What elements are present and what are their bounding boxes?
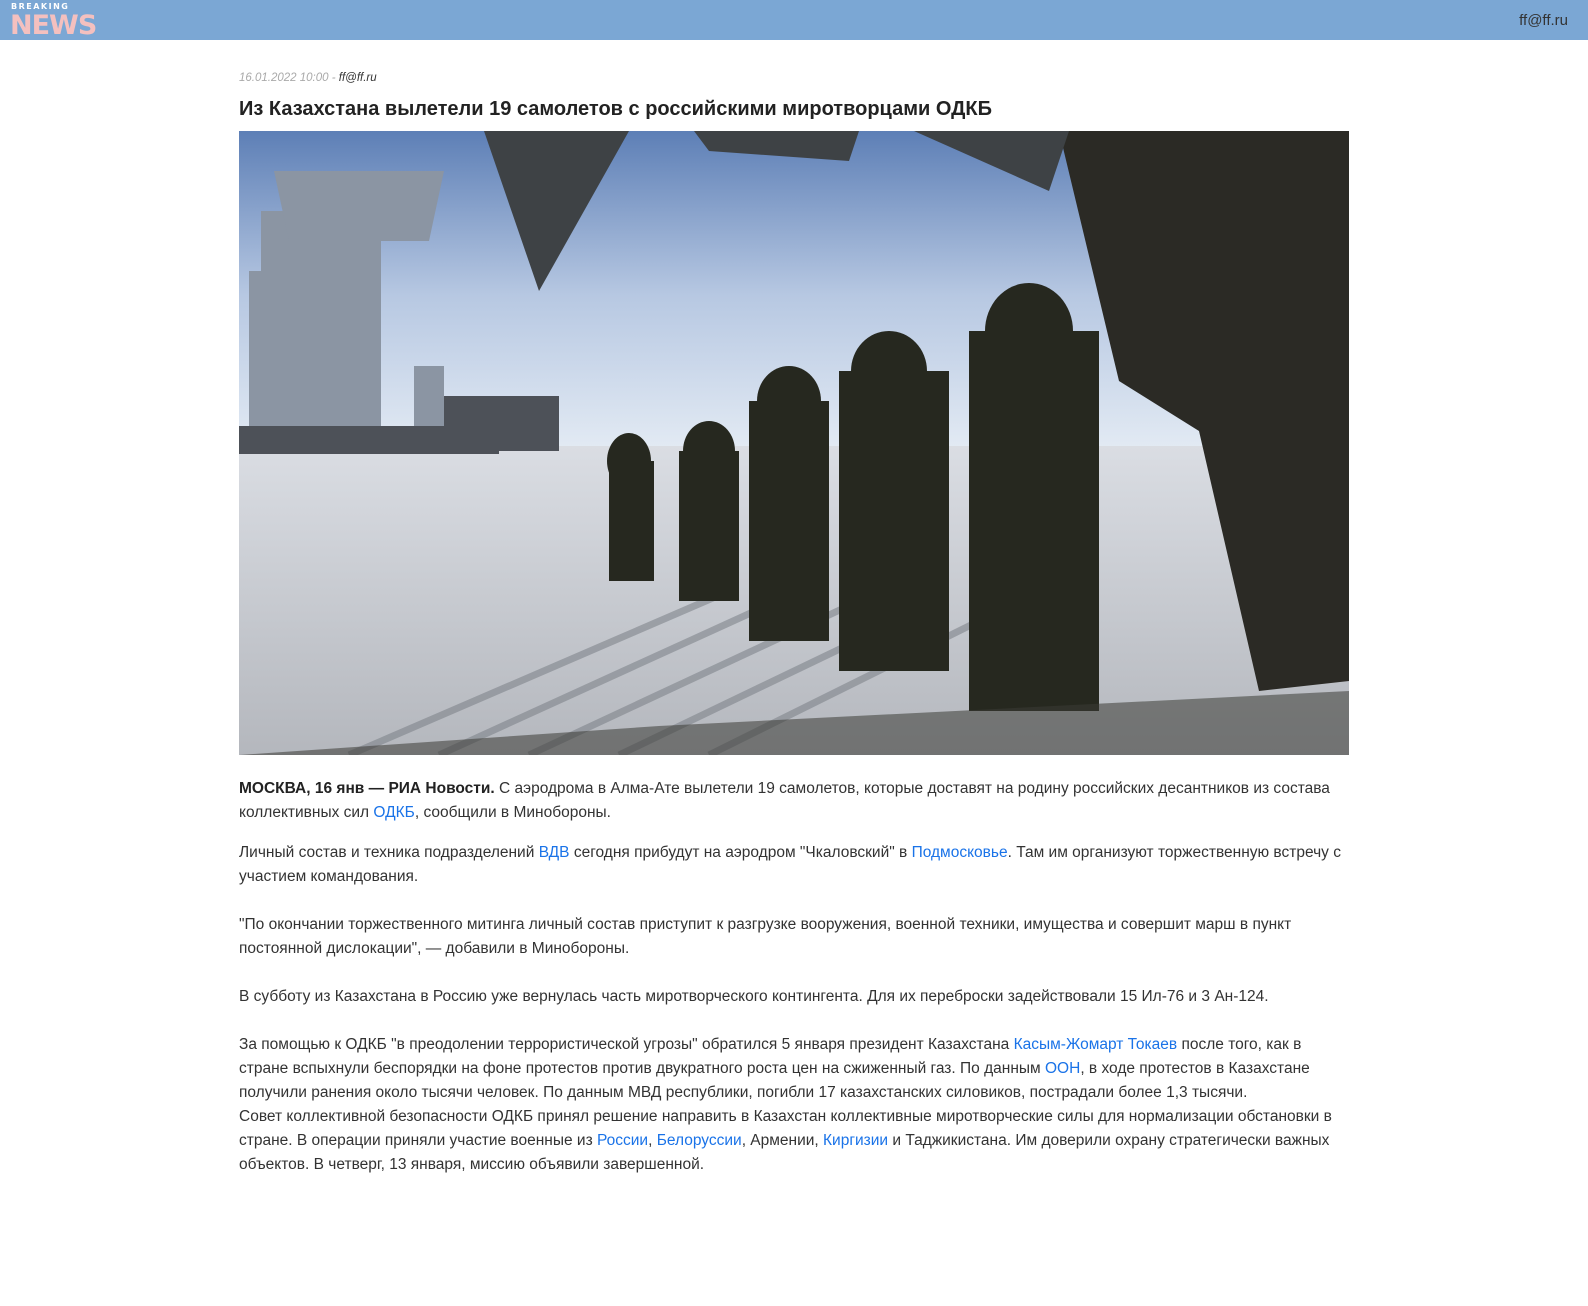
user-email[interactable]: ff@ff.ru [1519,12,1568,29]
text: , [648,1132,657,1149]
paragraph-5: За помощью к ОДКБ "в преодолении террори… [239,1033,1349,1105]
article-date: 16.01.2022 10:00 [239,72,329,84]
text: Личный состав и техника подразделений [239,844,539,861]
article: 16.01.2022 10:00 - ff@ff.ru Из Казахстан… [239,60,1349,1177]
top-bar: BREAKING NEWS ff@ff.ru [0,0,1588,41]
article-author[interactable]: ff@ff.ru [339,72,377,84]
meta-separator: - [328,72,339,84]
logo-text-bottom: NEWS [10,10,97,41]
paragraph-6: Совет коллективной безопасности ОДКБ при… [239,1105,1349,1177]
link-odkb[interactable]: ОДКБ [373,804,414,821]
article-title: Из Казахстана вылетели 19 самолетов с ро… [239,98,992,120]
article-body: МОСКВА, 16 янв — РИА Новости. С аэродром… [239,777,1349,1177]
text: сегодня прибудут на аэродром "Чкаловский… [569,844,912,861]
paragraph-lead: МОСКВА, 16 янв — РИА Новости. [239,780,495,797]
paragraph-1: МОСКВА, 16 янв — РИА Новости. С аэродром… [239,777,1349,825]
link-russia[interactable]: России [597,1132,648,1149]
paragraph-4: В субботу из Казахстана в Россию уже вер… [239,988,1269,1005]
paragraph-2: Личный состав и техника подразделений ВД… [239,841,1349,889]
link-vdv[interactable]: ВДВ [539,844,570,861]
text: За помощью к ОДКБ "в преодолении террори… [239,1036,1014,1053]
link-oon[interactable]: ООН [1045,1060,1080,1077]
link-podmoskovye[interactable]: Подмосковье [912,844,1008,861]
link-tokayev[interactable]: Касым-Жомарт Токаев [1014,1036,1178,1053]
text: , Армении, [741,1132,824,1149]
link-kyrgyzstan[interactable]: Киргизии [823,1132,888,1149]
article-meta: 16.01.2022 10:00 - ff@ff.ru [239,72,1349,84]
link-belarus[interactable]: Белоруссии [657,1132,742,1149]
text: , сообщили в Минобороны. [414,804,611,821]
paragraph-3: "По окончании торжественного митинга лич… [239,916,1292,957]
article-photo [239,131,1349,755]
breaking-news-logo[interactable]: BREAKING NEWS [10,2,97,41]
